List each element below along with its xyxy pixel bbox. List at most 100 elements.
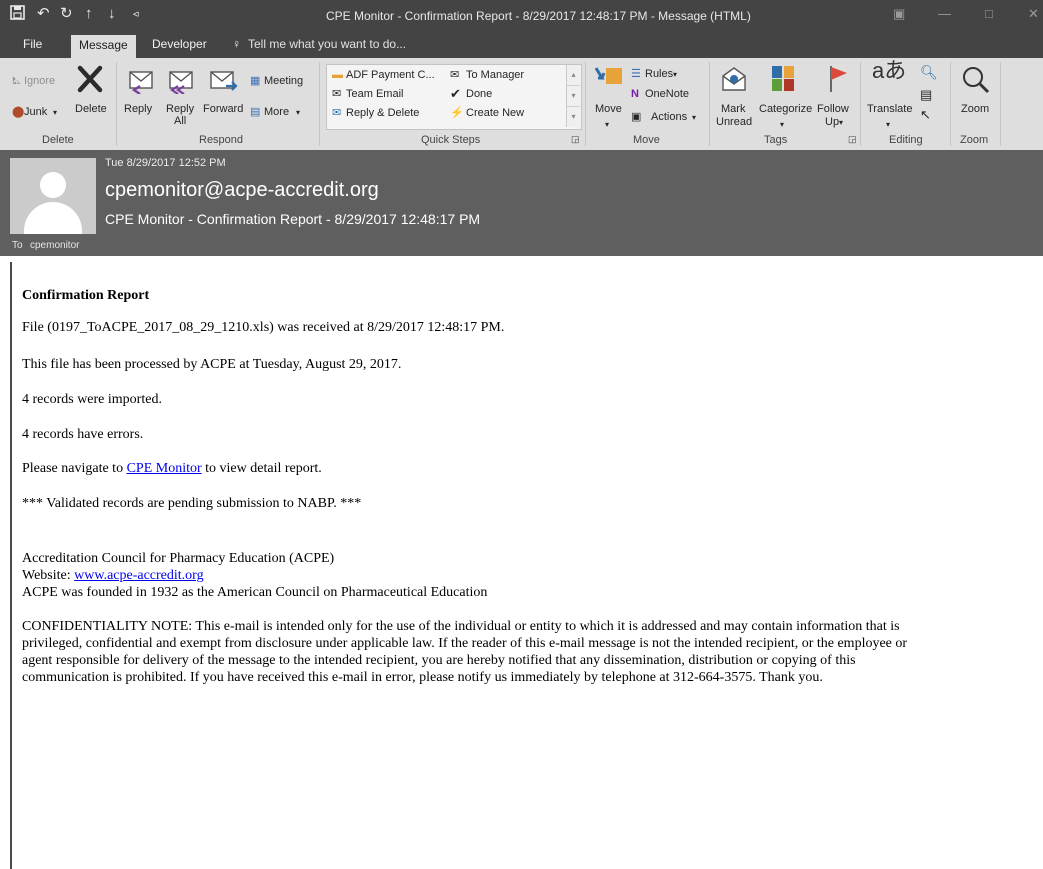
navigate-text-after: to view detail report.	[201, 461, 322, 476]
customize-icon[interactable]: ⪦	[133, 5, 139, 23]
zoom-icon[interactable]	[960, 64, 990, 99]
chevron-down-icon: ▾	[296, 108, 301, 117]
close-icon[interactable]: ✕	[1028, 6, 1039, 22]
down-arrow-icon[interactable]: ↓	[108, 5, 116, 23]
junk-icon[interactable]: ⬤	[12, 106, 24, 119]
cpe-monitor-link[interactable]: CPE Monitor	[127, 461, 202, 476]
mark-unread-button[interactable]: Mark	[721, 103, 745, 116]
redo-icon[interactable]: ↻	[60, 5, 73, 23]
more-button[interactable]: More	[264, 106, 289, 119]
junk-button[interactable]: Junk	[24, 106, 47, 119]
confidentiality-line-1: CONFIDENTIALITY NOTE: This e-mail is int…	[22, 619, 900, 634]
follow-up-label-2: Up	[825, 116, 840, 128]
ribbon: ⛡ Ignore ⬤ Junk ▾ Delete Delete Reply Re…	[0, 58, 1043, 151]
translate-icon[interactable]: aあ	[872, 60, 906, 82]
message-body: Confirmation Report File (0197_ToACPE_20…	[10, 262, 1043, 869]
navigate-line: Please navigate to CPE Monitor to view d…	[22, 461, 322, 477]
quick-step-adf-payment[interactable]: ADF Payment C...	[346, 69, 435, 82]
quick-step-create-new[interactable]: Create New	[466, 107, 524, 120]
tab-file[interactable]: File	[23, 37, 42, 51]
reply-button[interactable]: Reply	[124, 103, 152, 116]
up-arrow-icon[interactable]: ↑	[85, 5, 93, 23]
select-icon[interactable]: ↖	[920, 108, 931, 121]
flag-icon[interactable]	[827, 64, 851, 99]
imported-line: 4 records were imported.	[22, 392, 162, 407]
actions-icon[interactable]: ▣	[631, 111, 641, 124]
lightbulb-icon: ♀	[232, 37, 241, 51]
follow-up-button[interactable]: Follow	[817, 103, 849, 116]
quick-step-team-email[interactable]: Team Email	[346, 88, 403, 101]
recipient[interactable]: cpemonitor	[30, 240, 79, 251]
tell-me-box[interactable]: Tell me what you want to do...	[248, 37, 406, 51]
message-subject: CPE Monitor - Confirmation Report - 8/29…	[105, 211, 481, 227]
find-icon[interactable]: 🔍︎	[920, 65, 938, 79]
chevron-down-icon: ▾	[886, 120, 891, 129]
quick-steps-scrollbar[interactable]: ▴ ▾ ▾	[566, 65, 580, 127]
tags-group-label: Tags	[764, 134, 788, 146]
zoom-button[interactable]: Zoom	[961, 103, 989, 116]
rules-button[interactable]: Rules	[645, 68, 673, 81]
ignore-icon[interactable]: ⛡	[12, 75, 20, 88]
move-group-label: Move	[633, 134, 660, 146]
org-name: Accreditation Council for Pharmacy Educa…	[22, 551, 335, 566]
onenote-icon[interactable]: N	[631, 88, 639, 101]
editing-group-label: Editing	[889, 134, 923, 146]
related-icon[interactable]: ▤	[920, 88, 932, 101]
quick-step-to-manager[interactable]: To Manager	[466, 69, 524, 82]
pending-line: *** Validated records are pending submis…	[22, 496, 362, 511]
navigate-text: Please navigate to	[22, 461, 127, 476]
window-title: CPE Monitor - Confirmation Report - 8/29…	[326, 9, 751, 23]
processed-line: This file has been processed by ACPE at …	[22, 357, 402, 372]
minimize-icon[interactable]: —	[938, 6, 951, 21]
tab-developer[interactable]: Developer	[152, 37, 207, 51]
quick-step-done[interactable]: Done	[466, 88, 492, 101]
delete-button[interactable]: Delete	[75, 103, 107, 116]
tab-message[interactable]: Message	[71, 35, 136, 58]
quick-step-reply-delete[interactable]: Reply & Delete	[346, 107, 419, 120]
delete-group-label: Delete	[42, 134, 74, 146]
dialog-launcher-icon[interactable]: ◲	[571, 134, 580, 145]
chevron-down-icon: ▾	[839, 118, 844, 127]
lightning-icon: ⚡	[450, 107, 464, 119]
save-icon[interactable]	[10, 5, 25, 25]
ignore-button[interactable]: Ignore	[24, 75, 55, 88]
forward-button[interactable]: Forward	[203, 103, 243, 116]
categorize-button[interactable]: Categorize	[759, 103, 812, 116]
maximize-icon[interactable]: □	[985, 6, 993, 21]
founded-line: ACPE was founded in 1932 as the American…	[22, 585, 488, 600]
message-header: Tue 8/29/2017 12:52 PM cpemonitor@acpe-a…	[0, 150, 1043, 256]
meeting-icon[interactable]: ▦	[250, 75, 260, 88]
sender-address[interactable]: cpemonitor@acpe-accredit.org	[105, 179, 379, 202]
file-received-line: File (0197_ToACPE_2017_08_29_1210.xls) w…	[22, 320, 505, 335]
delete-icon[interactable]	[75, 64, 105, 99]
confidentiality-line-3: agent responsible for delivery of the me…	[22, 653, 856, 668]
actions-button[interactable]: Actions	[651, 111, 687, 124]
move-icon[interactable]	[594, 62, 624, 99]
mark-unread-icon[interactable]	[719, 64, 749, 99]
translate-button[interactable]: Translate	[867, 103, 912, 116]
menu-bar: File Message Developer ♀ Tell me what yo…	[0, 32, 1043, 58]
website-label: Website:	[22, 568, 75, 583]
confidentiality-line-2: privileged, confidential and exempt from…	[22, 636, 908, 651]
onenote-button[interactable]: OneNote	[645, 88, 689, 101]
reply-icon[interactable]	[126, 64, 156, 99]
more-icon[interactable]: ▤	[250, 106, 260, 119]
confidentiality-line-4: communication is prohibited. If you have…	[22, 670, 823, 685]
title-bar: ↶ ↻ ↑ ↓ ⪦ CPE Monitor - Confirmation Rep…	[0, 0, 1043, 32]
meeting-button[interactable]: Meeting	[264, 75, 303, 88]
forward-icon[interactable]	[208, 64, 240, 99]
dialog-launcher-icon[interactable]: ◲	[848, 134, 857, 145]
reply-delete-icon: ✉	[332, 107, 342, 119]
move-button[interactable]: Move	[595, 103, 622, 116]
website-line: Website: www.acpe-accredit.org	[22, 568, 204, 584]
reply-all-icon[interactable]	[164, 64, 196, 99]
rules-icon[interactable]: ☰	[631, 68, 641, 81]
chevron-down-icon: ▾	[780, 120, 785, 129]
ribbon-display-icon[interactable]: ▣	[893, 6, 905, 22]
avatar	[10, 158, 96, 234]
categorize-icon[interactable]	[770, 64, 796, 97]
undo-icon[interactable]: ↶	[37, 5, 50, 23]
chevron-down-icon: ▾	[605, 120, 610, 129]
to-manager-icon: ✉	[450, 69, 460, 81]
website-link[interactable]: www.acpe-accredit.org	[74, 568, 203, 583]
